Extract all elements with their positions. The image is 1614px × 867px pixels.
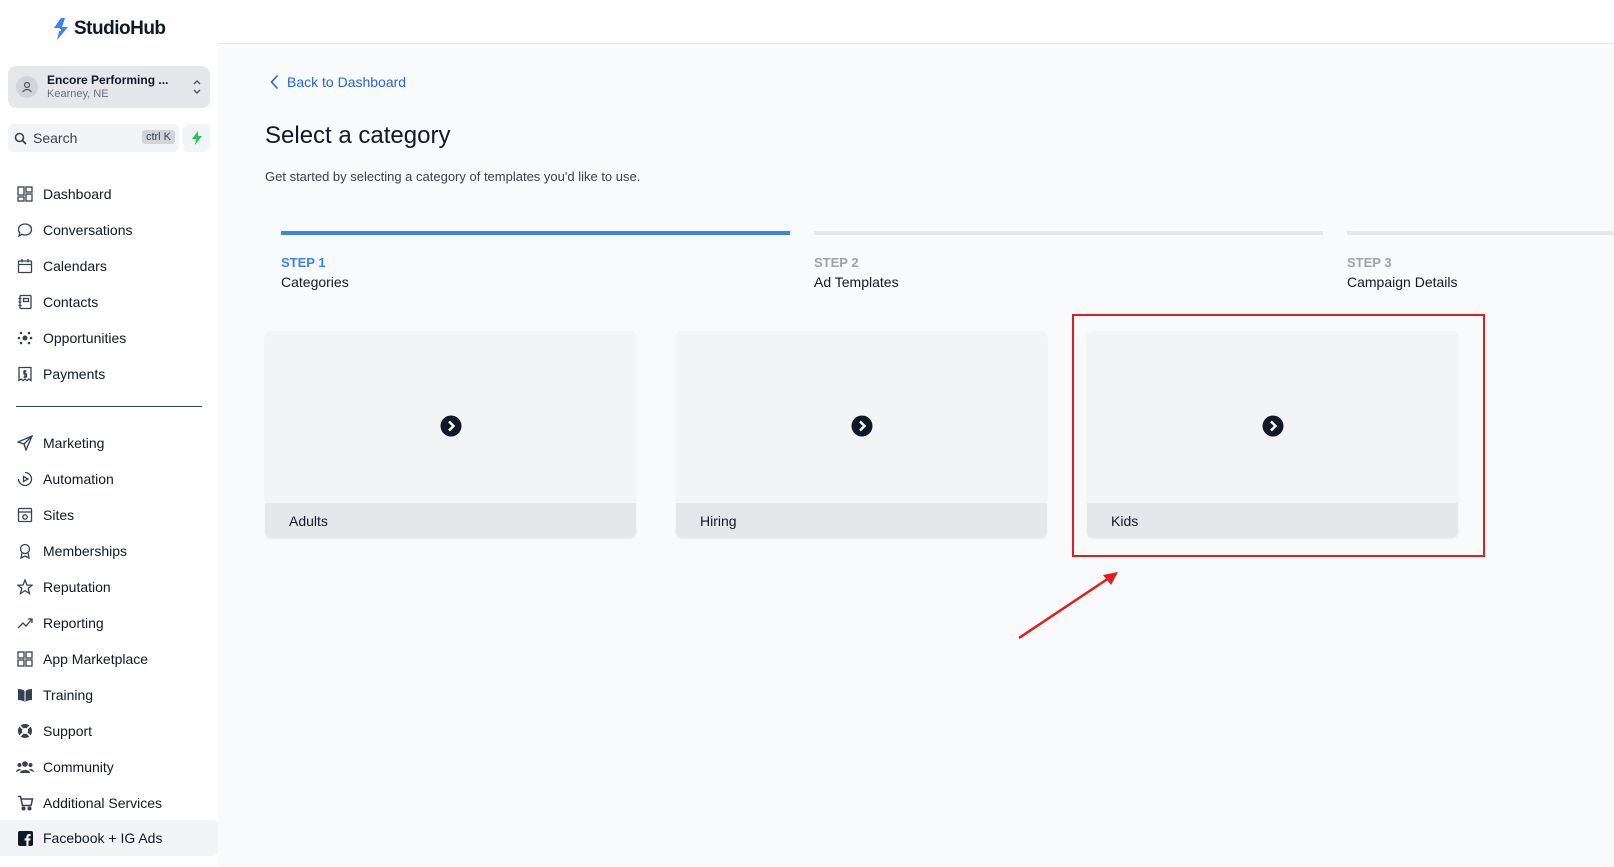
send-icon: [16, 434, 34, 452]
search-label: Search: [33, 130, 78, 146]
chevron-updown-icon: [193, 80, 201, 94]
arrow-circle-right-icon: [440, 415, 462, 437]
sidebar-item-label: Training: [43, 687, 94, 703]
sidebar-item-app-marketplace[interactable]: App Marketplace: [16, 647, 148, 671]
sidebar-item-contacts[interactable]: Contacts: [16, 290, 98, 314]
sidebar-item-label: Payments: [43, 366, 106, 382]
page-subtitle: Get started by selecting a category of t…: [265, 169, 641, 184]
sidebar-item-reputation[interactable]: Reputation: [16, 575, 111, 599]
sidebar-item-sites[interactable]: Sites: [16, 503, 74, 527]
cart-icon: [16, 794, 34, 812]
star-icon: [16, 578, 34, 596]
sidebar-item-training[interactable]: Training: [16, 683, 93, 707]
trend-icon: [16, 614, 34, 632]
opportunities-icon: [16, 329, 34, 347]
sidebar-item-support[interactable]: Support: [16, 719, 92, 743]
sidebar-item-label: Facebook + IG Ads: [43, 830, 163, 846]
quick-actions-button[interactable]: [183, 124, 210, 152]
sidebar-divider: [16, 406, 202, 407]
category-label: Adults: [265, 503, 636, 538]
chevron-left-icon: [270, 74, 279, 90]
automation-icon: [16, 470, 34, 488]
calendar-icon: [16, 257, 34, 275]
award-icon: [16, 542, 34, 560]
step-1-name: Categories: [281, 274, 349, 290]
sidebar-item-label: App Marketplace: [43, 651, 149, 667]
users-icon: [16, 758, 34, 776]
account-avatar-icon: [16, 76, 38, 98]
sidebar-item-facebook-ig-ads[interactable]: Facebook + IG Ads: [16, 826, 162, 850]
sidebar: StudioHub Encore Performing ... Kearney,…: [0, 0, 218, 867]
sidebar-item-conversations[interactable]: Conversations: [16, 218, 133, 242]
account-name: Encore Performing ...: [47, 73, 169, 87]
sidebar-item-label: Memberships: [43, 543, 128, 559]
sidebar-item-automation[interactable]: Automation: [16, 467, 114, 491]
bolt-icon: [191, 131, 202, 145]
search-icon: [14, 132, 27, 145]
sidebar-item-reporting[interactable]: Reporting: [16, 611, 104, 635]
step-2-label: STEP 2: [814, 255, 859, 270]
sidebar-item-opportunities[interactable]: Opportunities: [16, 326, 126, 350]
page-title: Select a category: [265, 122, 451, 149]
studiohub-logo-icon: [54, 18, 68, 40]
step-3-label: STEP 3: [1347, 255, 1392, 270]
sidebar-item-label: Support: [43, 723, 93, 739]
sidebar-item-label: Sites: [43, 507, 75, 523]
annotation-arrow-icon: [1018, 572, 1118, 640]
category-label: Hiring: [676, 503, 1047, 538]
grid-icon: [16, 650, 34, 668]
payments-icon: [16, 365, 34, 383]
search-input[interactable]: Search ctrl K: [8, 124, 179, 152]
contacts-icon: [16, 293, 34, 311]
arrow-circle-right-icon: [851, 415, 873, 437]
dashboard-icon: [16, 185, 34, 203]
step-1-label: STEP 1: [281, 255, 326, 270]
back-to-dashboard-link[interactable]: Back to Dashboard: [270, 74, 406, 90]
top-bar: [218, 0, 1614, 44]
sidebar-item-label: Additional Services: [43, 795, 163, 811]
chat-icon: [16, 221, 34, 239]
logo[interactable]: StudioHub: [52, 17, 166, 41]
account-location: Kearney, NE: [47, 88, 109, 100]
facebook-icon: [16, 829, 34, 847]
sidebar-item-label: Community: [43, 759, 114, 775]
sidebar-item-label: Reputation: [43, 579, 111, 595]
account-switcher[interactable]: Encore Performing ... Kearney, NE: [8, 66, 210, 108]
sidebar-item-label: Automation: [43, 471, 114, 487]
sidebar-item-additional-services[interactable]: Additional Services: [16, 791, 162, 815]
sidebar-item-community[interactable]: Community: [16, 755, 114, 779]
annotation-highlight-box: [1072, 314, 1485, 557]
sites-icon: [16, 506, 34, 524]
category-card-adults[interactable]: Adults: [265, 331, 636, 538]
step-1-progress: [281, 231, 790, 235]
sidebar-item-calendars[interactable]: Calendars: [16, 254, 107, 278]
search-shortcut: ctrl K: [141, 130, 175, 144]
sidebar-item-marketing[interactable]: Marketing: [16, 431, 104, 455]
back-label: Back to Dashboard: [287, 74, 407, 90]
sidebar-item-label: Contacts: [43, 294, 99, 310]
sidebar-item-label: Calendars: [43, 258, 107, 274]
category-card-hiring[interactable]: Hiring: [676, 331, 1047, 538]
sidebar-item-dashboard[interactable]: Dashboard: [16, 182, 112, 206]
sidebar-item-label: Marketing: [43, 435, 105, 451]
brand-name: StudioHub: [74, 18, 166, 39]
step-3-name: Campaign Details: [1347, 274, 1458, 290]
sidebar-item-payments[interactable]: Payments: [16, 362, 105, 386]
lifebuoy-icon: [16, 722, 34, 740]
step-2-progress: [814, 231, 1323, 235]
book-icon: [16, 686, 34, 704]
sidebar-item-memberships[interactable]: Memberships: [16, 539, 127, 563]
step-3-progress: [1347, 231, 1614, 235]
sidebar-item-label: Opportunities: [43, 330, 127, 346]
step-2-name: Ad Templates: [814, 274, 899, 290]
sidebar-item-label: Conversations: [43, 222, 133, 238]
sidebar-item-label: Dashboard: [43, 186, 112, 202]
sidebar-item-label: Reporting: [43, 615, 104, 631]
